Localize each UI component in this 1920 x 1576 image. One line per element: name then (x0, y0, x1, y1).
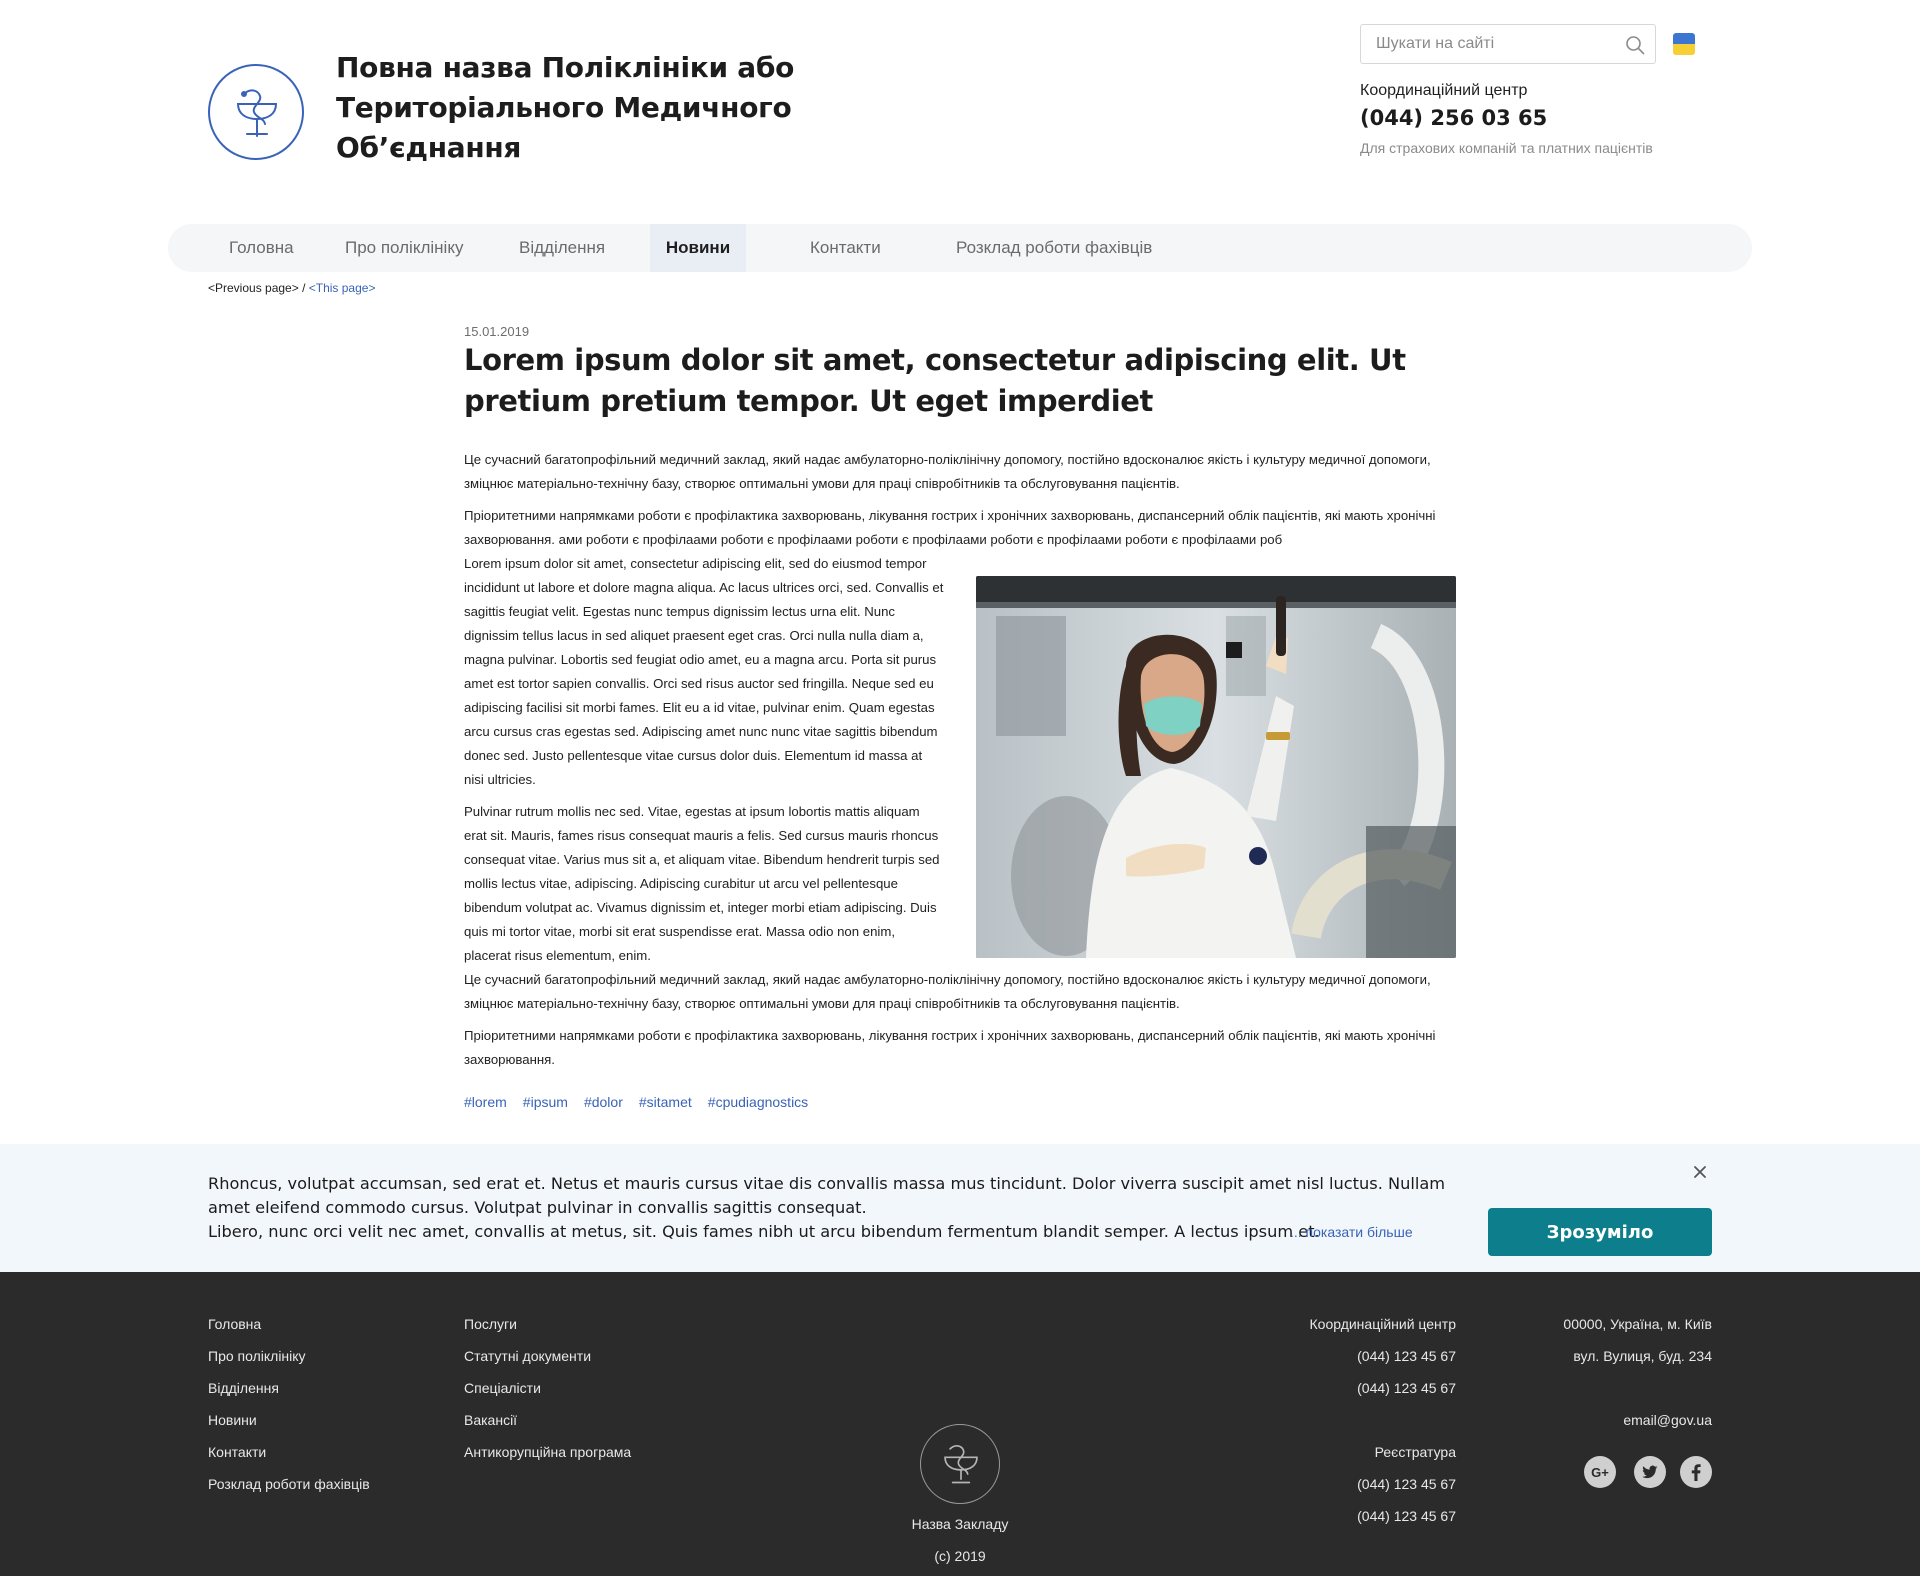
footer-link-statutory-docs[interactable]: Статутні документи (464, 1348, 591, 1364)
search-input[interactable] (1361, 25, 1611, 63)
nav-item-home[interactable]: Головна (211, 224, 312, 272)
accept-button[interactable]: Зрозуміло (1488, 1208, 1712, 1256)
article-photo (976, 576, 1456, 958)
article-paragraph-3: Це сучасний багатопрофільний медичний за… (464, 972, 1431, 1011)
footer-copyright: (c) 2019 (934, 1548, 986, 1564)
footer-link-schedule[interactable]: Розклад роботи фахівців (208, 1476, 370, 1492)
article-tags: #lorem #ipsum #dolor #sitamet #cpudiagnostic… (464, 1094, 824, 1110)
site-logo[interactable] (208, 64, 304, 160)
footer-email[interactable]: email@gov.ua (1623, 1412, 1712, 1428)
footer-link-about[interactable]: Про поліклініку (208, 1348, 306, 1364)
article-title: Lorem ipsum dolor sit amet, consectetur … (464, 343, 1406, 418)
close-icon[interactable] (1690, 1162, 1710, 1182)
footer-link-news[interactable]: Новини (208, 1412, 257, 1428)
main-nav: Головна Про поліклініку Відділення Новин… (168, 224, 1752, 272)
footer-link-home[interactable]: Головна (208, 1316, 261, 1332)
tag-link[interactable]: #dolor (584, 1094, 623, 1110)
twitter-icon[interactable] (1634, 1456, 1666, 1488)
svg-text:G+: G+ (1591, 1465, 1609, 1480)
coord-center-phone[interactable]: (044) 256 03 65 (1360, 106, 1547, 130)
cookie-banner: Rhoncus, volutpat accumsan, sed erat et.… (0, 1144, 1920, 1272)
cookie-banner-text-line-2: Libero, nunc orci velit nec amet, conval… (208, 1222, 1320, 1241)
tag-link[interactable]: #lorem (464, 1094, 507, 1110)
article-column-text-2: Pulvinar rutrum mollis nec sed. Vitae, e… (464, 804, 940, 963)
breadcrumb-previous[interactable]: <Previous page> (208, 281, 299, 295)
nav-item-about[interactable]: Про поліклініку (327, 224, 481, 272)
footer-logo[interactable] (920, 1424, 1000, 1504)
article-paragraph-2: Пріоритетними напрямками роботи є профіл… (464, 508, 1436, 547)
coord-center-label: Координаційний центр (1360, 82, 1528, 99)
footer-coord-phone-1[interactable]: (044) 123 45 67 (1357, 1348, 1456, 1364)
nav-item-news[interactable]: Новини (650, 224, 746, 272)
site-title: Повна назва Поліклініки або Територіальн… (336, 51, 795, 164)
article-date: 15.01.2019 (464, 324, 530, 339)
breadcrumb-separator: / (298, 281, 309, 295)
footer-link-services[interactable]: Послуги (464, 1316, 517, 1332)
tag-link[interactable]: #ipsum (523, 1094, 568, 1110)
footer-coord-phone-2[interactable]: (044) 123 45 67 (1357, 1380, 1456, 1396)
article-paragraph-4: Пріоритетними напрямками роботи є профіл… (464, 1028, 1436, 1067)
bowl-of-hygieia-icon (944, 1445, 978, 1484)
footer-address-line-1: 00000, Україна, м. Київ (1563, 1316, 1712, 1332)
tag-link[interactable]: #cpudiagnostics (708, 1094, 808, 1110)
footer-registry-title: Реєстратура (1374, 1444, 1456, 1460)
article-column-text-1: Lorem ipsum dolor sit amet, consectetur … (464, 556, 944, 787)
footer: Головна Про поліклініку Відділення Новин… (0, 1272, 1920, 1576)
facebook-icon[interactable] (1680, 1456, 1712, 1488)
footer-registry-phone-2[interactable]: (044) 123 45 67 (1357, 1508, 1456, 1524)
search-box[interactable] (1360, 24, 1656, 64)
show-more-link[interactable]: ... показати більше (1290, 1224, 1413, 1240)
footer-link-departments[interactable]: Відділення (208, 1380, 279, 1396)
tag-link[interactable]: #sitamet (639, 1094, 692, 1110)
breadcrumb: <Previous page> / <This page> (208, 281, 375, 295)
search-icon[interactable] (1625, 35, 1645, 55)
footer-coord-title: Координаційний центр (1309, 1316, 1457, 1332)
footer-link-contacts[interactable]: Контакти (208, 1444, 266, 1460)
footer-link-anticorruption[interactable]: Антикорупційна програма (464, 1444, 631, 1460)
footer-link-specialists[interactable]: Спеціалісти (464, 1380, 541, 1396)
article-paragraph-1: Це сучасний багатопрофільний медичний за… (464, 452, 1431, 491)
cookie-banner-text-line-1: Rhoncus, volutpat accumsan, sed erat et.… (208, 1174, 1446, 1217)
nav-item-departments[interactable]: Відділення (501, 224, 623, 272)
footer-link-vacancies[interactable]: Вакансії (464, 1412, 517, 1428)
language-flag-icon[interactable] (1673, 33, 1695, 55)
coord-center-note: Для страхових компаній та платних пацієн… (1360, 140, 1653, 156)
footer-org-name: Назва Закладу (911, 1516, 1009, 1532)
nav-item-schedule[interactable]: Розклад роботи фахівців (938, 224, 1170, 272)
breadcrumb-current[interactable]: <This page> (309, 281, 376, 295)
footer-registry-phone-1[interactable]: (044) 123 45 67 (1357, 1476, 1456, 1492)
cookie-banner-text: Rhoncus, volutpat accumsan, sed erat et.… (208, 1172, 1448, 1244)
google-plus-icon[interactable]: G+ (1584, 1456, 1616, 1488)
footer-address-line-2: вул. Вулиця, буд. 234 (1573, 1348, 1712, 1364)
nav-item-contacts[interactable]: Контакти (792, 224, 899, 272)
bowl-of-hygieia-icon (236, 89, 278, 137)
